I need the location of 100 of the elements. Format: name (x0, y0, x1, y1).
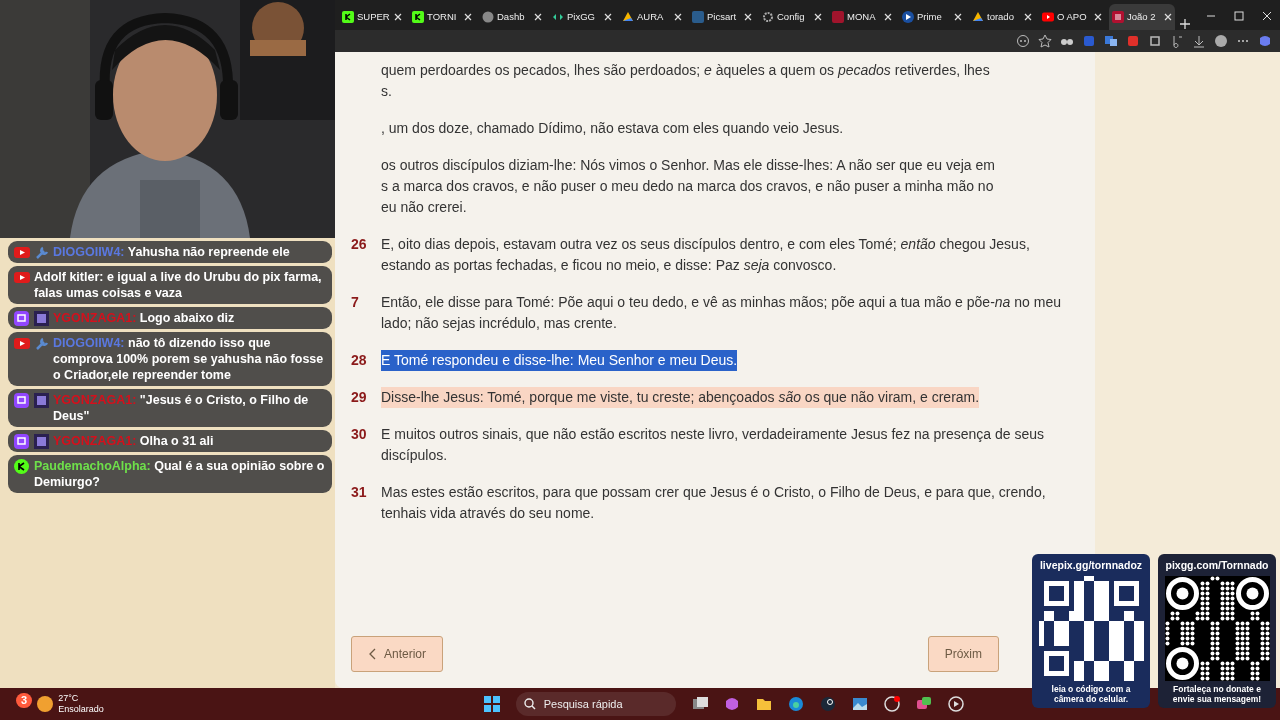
browser-tab[interactable]: O APO (1039, 4, 1105, 30)
browser-tab[interactable]: MONA (829, 4, 895, 30)
image-icon[interactable] (851, 696, 868, 712)
star-icon[interactable] (1038, 34, 1052, 48)
badge-icon (34, 434, 49, 449)
weather-condition: Ensolarado (58, 704, 104, 715)
previous-button[interactable]: Anterior (351, 636, 444, 672)
close-icon[interactable] (394, 13, 402, 21)
browser-tab[interactable]: PixGG (549, 4, 615, 30)
close-icon[interactable] (954, 13, 962, 21)
circle-icon[interactable] (883, 696, 900, 712)
verse-text: lado; não sejas incrédulo, mas crente. (381, 314, 617, 333)
close-icon[interactable] (1094, 13, 1102, 21)
verse-text: s. (381, 82, 392, 101)
maximize-icon[interactable] (1233, 10, 1245, 22)
triangle-icon (972, 11, 984, 23)
close-icon[interactable] (1164, 13, 1172, 21)
folder-icon[interactable] (755, 696, 772, 712)
verse-text: estando as portas fechadas, e ficou no meio, e disse: Paz seja convosco. (381, 256, 837, 275)
verse-text: quem perdoardes os pecados, lhes são perdoados; e àqueles a quem os pecados retiverdes, lhes (381, 61, 990, 80)
verse-text: E, oito dias depois, estavam outra vez os seus discípulos dentro, e com eles Tomé; então chegou Jesus, (381, 235, 1030, 254)
browser-tab[interactable]: Config (759, 4, 825, 30)
more-icon[interactable] (1016, 34, 1030, 48)
qr-title: pixgg.com/Tornnado (1164, 558, 1270, 574)
arrows-icon (552, 11, 564, 23)
qr-title: livepix.gg/tornnadoz (1038, 558, 1144, 574)
browser-tab[interactable]: Picsart (689, 4, 755, 30)
chat-icon[interactable] (915, 696, 932, 712)
chat-bubble-icon (14, 393, 30, 408)
task-view-icon[interactable] (691, 696, 708, 712)
square-icon (832, 11, 844, 23)
settings-icon (762, 11, 774, 23)
verse-text: Mas estes estão escritos, para que possam crer que Jesus é o Cristo, o Filho de Deus, e para que, crendo, (381, 483, 1046, 502)
browser-icon[interactable] (787, 696, 804, 712)
close-icon[interactable] (814, 13, 822, 21)
chat-message-text: PaudemachoAlpha: Qual é a sua opinião sobre o Demiurgo? (34, 458, 326, 490)
search-field[interactable]: Pesquisa rápida (515, 692, 676, 716)
close-icon[interactable] (604, 13, 612, 21)
verse-text: discípulos. (381, 446, 448, 465)
verse-text: , um dos doze, chamado Dídimo, não estava com eles quando veio Jesus. (381, 119, 844, 138)
wrench-icon (34, 245, 49, 260)
browser-tab[interactable]: Dashb (479, 4, 545, 30)
k-logo-icon (14, 459, 30, 474)
verse-text: E muitos outros sinais, que não estão escritos neste livro, verdadeiramente Jesus fez na presença de seus (381, 425, 1045, 444)
next-button[interactable]: Próxim (927, 636, 999, 672)
close-icon[interactable] (1024, 13, 1032, 21)
chevron-left-icon (368, 648, 376, 660)
chat-message-text: YGONZAGA1: Olha o 31 ali (53, 433, 214, 449)
chat-message-text: YGONZAGA1: Logo abaixo diz (53, 310, 235, 326)
temperature: 27°C (58, 693, 80, 704)
close-icon[interactable] (744, 13, 752, 21)
close-icon[interactable] (534, 13, 542, 21)
verse-text: tenhais vida através do seu nome. (381, 504, 595, 523)
chat-message-text: DIOGOIIW4: não tô dizendo isso que comprova 100% porem se yahusha não fosse o Criador,ele repreender tome (53, 335, 325, 383)
browser-tab[interactable]: TORNI (409, 4, 475, 30)
windows-logo-icon[interactable] (483, 696, 500, 712)
verse-text: Então, ele disse para Tomé: Põe aqui o teu dedo, e vê as minhas mãos; põe aqui a tua mão e põe-na no meu (381, 293, 1061, 312)
verse-number: 28 (351, 352, 367, 368)
k-logo-icon (342, 11, 354, 23)
avatar-icon[interactable] (1214, 34, 1228, 48)
browser-tab[interactable]: torado (969, 4, 1035, 30)
selected-text: E Tomé respondeu e disse-lhe: Meu Senhor e meu Deus. (381, 350, 738, 371)
verse-text: os outros discípulos diziam-lhe: Nós vimos o Senhor. Mas ele disse-lhes: A não ser que eu veja em (381, 156, 995, 175)
close-icon[interactable] (674, 13, 682, 21)
browser-tab[interactable]: SUPER (339, 4, 405, 30)
verse-text: eu não crerei. (381, 198, 467, 217)
steam-icon[interactable] (819, 696, 836, 712)
search-icon (523, 698, 536, 710)
play-icon (14, 270, 30, 285)
play-icon[interactable] (947, 696, 964, 712)
browser-tab[interactable]: AURA (619, 4, 685, 30)
new-tab-icon[interactable] (1179, 18, 1191, 30)
square-icon (692, 11, 704, 23)
notification-badge: 3 (16, 693, 33, 708)
k-logo-icon (412, 11, 424, 23)
chat-message-text: Adolf kitler: e igual a live do Urubu do pix farma, falas umas coisas e vaza (34, 269, 323, 301)
chat-message-text: DIOGOIIW4: Yahusha não repreende ele (53, 244, 290, 260)
chat-bubble-icon (14, 434, 30, 449)
extension-icon[interactable] (1126, 34, 1140, 48)
browser-tab[interactable]: João 2 (1109, 4, 1175, 30)
badge-icon (34, 393, 49, 408)
browser-tab[interactable]: Prime (899, 4, 965, 30)
close-icon[interactable] (884, 13, 892, 21)
wrench-icon (34, 336, 49, 351)
close-icon[interactable] (1261, 10, 1273, 22)
verse-number: 29 (351, 389, 367, 405)
close-icon[interactable] (464, 13, 472, 21)
play-icon (1042, 11, 1054, 23)
sun-icon (36, 695, 55, 713)
play-icon (902, 11, 914, 23)
translate-icon[interactable] (1104, 34, 1118, 48)
puzzle-icon[interactable] (1148, 34, 1162, 48)
verse-number: 30 (351, 426, 367, 442)
verse-number: 7 (351, 294, 359, 310)
play-icon (14, 245, 30, 260)
verse-number: 31 (351, 484, 367, 500)
qr-caption: leia o código com a câmera do celular. (1050, 684, 1132, 704)
download-icon[interactable] (1192, 34, 1206, 48)
triangle-icon (622, 11, 634, 23)
book-icon (1112, 11, 1124, 23)
